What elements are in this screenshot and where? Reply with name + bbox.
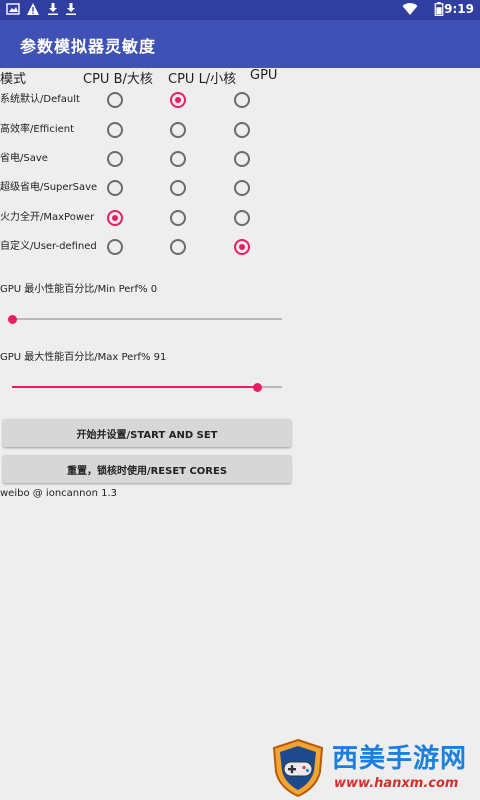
watermark-url: www.hanxm.com <box>334 776 459 791</box>
mode-label-save: 省电/Save <box>0 153 48 164</box>
wifi-icon <box>402 3 418 16</box>
watermark: 西美手游网 www.hanxm.com <box>270 736 480 800</box>
app-title: 参数模拟器灵敏度 <box>20 37 157 56</box>
column-header-cpu-big: CPU B/大核 <box>83 72 153 87</box>
mode-label-default: 系统默认/Default <box>0 94 80 105</box>
radio-efficient-gpu[interactable] <box>234 122 250 138</box>
status-bar: 9:19 <box>0 0 480 20</box>
radio-save-cpu-little[interactable] <box>170 151 186 167</box>
radio-user-defined-cpu-little[interactable] <box>170 239 186 255</box>
column-header-cpu-little: CPU L/小核 <box>168 72 237 87</box>
mode-label-supersave: 超级省电/SuperSave <box>0 182 98 193</box>
radio-supersave-gpu[interactable] <box>234 180 250 196</box>
gpu-max-perf-slider[interactable] <box>12 382 282 392</box>
download-icon <box>66 3 76 15</box>
gpu-min-perf-slider-thumb[interactable] <box>7 314 17 324</box>
gpu-max-perf-slider-fill <box>12 386 258 388</box>
radio-supersave-cpu-little[interactable] <box>170 180 186 196</box>
download-icon <box>48 3 58 15</box>
mode-label-user-defined: 自定义/User-defined <box>0 241 97 252</box>
radio-maxpower-gpu[interactable] <box>234 210 250 226</box>
battery-icon <box>434 2 444 16</box>
gpu-max-perf-slider-thumb[interactable] <box>253 382 263 392</box>
reset-cores-button[interactable]: 重置，锁核时使用/RESET CORES <box>3 455 291 483</box>
radio-default-cpu-little[interactable] <box>170 92 186 108</box>
radio-user-defined-gpu[interactable] <box>234 239 250 255</box>
radio-default-gpu[interactable] <box>234 92 250 108</box>
gpu-min-perf-label: GPU 最小性能百分比/Min Perf% 0 <box>0 284 158 295</box>
mode-label-maxpower: 火力全开/MaxPower <box>0 212 95 223</box>
radio-efficient-cpu-big[interactable] <box>107 122 123 138</box>
radio-user-defined-cpu-big[interactable] <box>107 239 123 255</box>
radio-save-cpu-big[interactable] <box>107 151 123 167</box>
warning-icon <box>27 3 39 15</box>
mode-label-efficient: 高效率/Efficient <box>0 124 75 135</box>
version-text: weibo @ ioncannon 1.3 <box>0 488 118 499</box>
radio-efficient-cpu-little[interactable] <box>170 122 186 138</box>
watermark-name: 西美手游网 <box>332 744 468 774</box>
radio-save-gpu[interactable] <box>234 151 250 167</box>
radio-maxpower-cpu-little[interactable] <box>170 210 186 226</box>
column-header-mode: 模式 <box>0 72 27 87</box>
radio-default-cpu-big[interactable] <box>107 92 123 108</box>
radio-supersave-cpu-big[interactable] <box>107 180 123 196</box>
gamepad-shield-logo <box>272 738 324 798</box>
radio-maxpower-cpu-big[interactable] <box>107 210 123 226</box>
start-and-set-button[interactable]: 开始并设置/START AND SET <box>3 419 291 447</box>
app-bar: 参数模拟器灵敏度 <box>0 20 480 68</box>
gpu-min-perf-slider[interactable] <box>7 314 282 324</box>
column-header-gpu: GPU <box>250 68 278 83</box>
status-time: 9:19 <box>444 2 474 16</box>
gpu-max-perf-label: GPU 最大性能百分比/Max Perf% 91 <box>0 352 167 363</box>
image-icon <box>6 3 20 15</box>
